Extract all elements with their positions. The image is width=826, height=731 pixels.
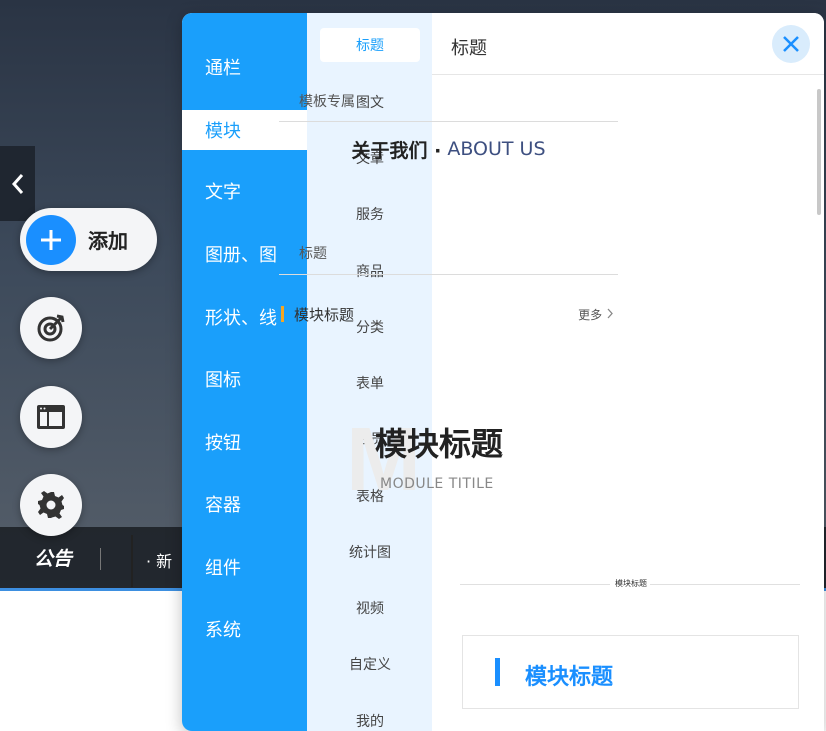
small-title-cn: 模块标题 [615,579,647,588]
title-style-small-centered[interactable]: 模块标题 [460,573,800,595]
category-components[interactable]: 组件 [182,547,307,587]
subcategory-custom[interactable]: 自定义 [320,647,420,681]
subcategory-form[interactable]: 表单 [320,366,420,400]
header-divider [432,74,824,75]
title-style-about-us[interactable]: 关于我们 · ABOUT US [279,121,618,177]
category-buttons[interactable]: 按钮 [182,422,307,462]
category-containers[interactable]: 容器 [182,484,307,524]
section-heading-template: 模板专属 [285,89,355,111]
background-pole [131,535,133,587]
content-title: 标题 [451,38,487,59]
more-link-label: 更多 [578,308,603,322]
section-heading-title: 标题 [285,241,327,263]
chevron-left-icon [11,173,23,194]
small-title-line-left [460,584,610,585]
small-title-line-right [650,584,800,585]
boxed-title-cn: 模块标题 [525,665,614,690]
category-banner[interactable]: 通栏 [182,47,307,87]
close-button[interactable] [772,25,810,63]
subcategory-mine[interactable]: 我的 [320,704,420,731]
big-title-cn: 模块标题 [375,425,504,463]
add-button[interactable]: 添加 [20,208,157,271]
target-icon [37,314,65,342]
module-title-text: 模块标题 [294,306,355,324]
big-title-en: MODULE TITILE [380,476,494,492]
title-style-module-more[interactable]: 模块标题 更多 [279,295,618,335]
target-button[interactable] [20,297,82,359]
content-scrollbar[interactable] [817,89,821,215]
title-style-boxed[interactable]: 模块标题 [462,635,799,709]
subcategory-product[interactable]: 商品 [320,254,420,288]
close-icon [783,36,799,52]
boxed-title-bar [495,658,500,686]
about-title-en: ABOUT US [447,138,546,160]
category-icons[interactable]: 图标 [182,359,307,399]
add-button-label: 添加 [88,229,128,253]
chevron-right-icon [607,308,613,319]
more-link: 更多 [578,306,614,323]
subcategory-title[interactable]: 标题 [320,28,420,62]
module-title-bar [281,306,284,322]
subcategory-chart[interactable]: 统计图 [320,535,420,569]
notice-label: 公告 [34,548,73,570]
collapse-toolbar-button[interactable] [0,146,35,221]
layout-button[interactable] [20,386,82,448]
notice-divider [100,548,101,570]
subcategory-video[interactable]: 视频 [320,591,420,625]
layout-icon [37,405,65,429]
category-text[interactable]: 文字 [182,171,307,211]
plus-icon [26,214,76,265]
subcategory-service[interactable]: 服务 [320,197,420,231]
title-style-big[interactable]: M 模块标题 MODULE TITILE [340,410,540,522]
settings-button[interactable] [20,474,82,536]
gear-icon [38,491,64,519]
notice-text: · 新 [146,552,173,571]
category-system[interactable]: 系统 [182,609,307,649]
about-title-cn: 关于我们 · [351,139,442,162]
section-divider [279,274,618,275]
